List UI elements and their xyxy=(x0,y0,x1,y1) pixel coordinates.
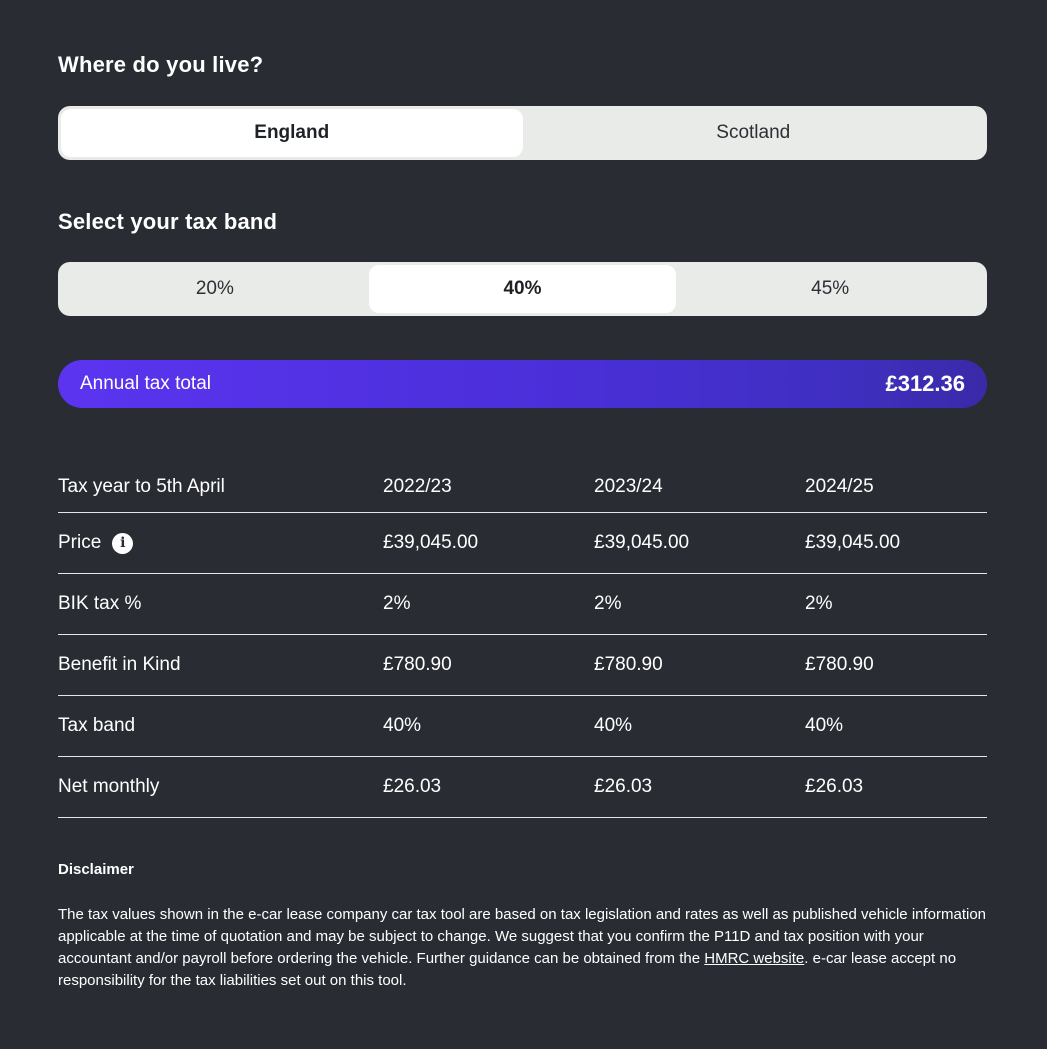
annual-tax-total-bar: Annual tax total £312.36 xyxy=(58,360,987,408)
table-cell: 2% xyxy=(805,593,833,614)
table-cell: 40% xyxy=(805,715,844,736)
tax-band-selector: 20% 40% 45% xyxy=(58,262,987,316)
column-header-2024-25: 2024/25 xyxy=(805,476,874,497)
option-45-percent[interactable]: 45% xyxy=(676,265,984,313)
table-row-net-monthly: Net monthly £26.03 £26.03 £26.03 xyxy=(58,757,987,818)
table-cell: 40% xyxy=(594,715,633,736)
option-scotland[interactable]: Scotland xyxy=(523,109,985,157)
table-cell: £780.90 xyxy=(805,654,874,675)
table-cell: £780.90 xyxy=(594,654,663,675)
option-40-percent[interactable]: 40% xyxy=(368,265,677,313)
location-selector: England Scotland xyxy=(58,106,987,160)
table-cell: £26.03 xyxy=(805,776,864,797)
annual-tax-total-label: Annual tax total xyxy=(80,373,211,394)
table-cell: £780.90 xyxy=(383,654,452,675)
info-icon[interactable]: i xyxy=(112,532,134,554)
annual-tax-total-value: £312.36 xyxy=(885,371,965,396)
table-header-row: Tax year to 5th April 2022/23 2023/24 20… xyxy=(58,462,987,513)
row-label-cell: Price i xyxy=(58,532,383,554)
table-cell: £39,045.00 xyxy=(594,532,690,553)
row-label-bik-tax: BIK tax % xyxy=(58,593,142,614)
tax-band-heading: Select your tax band xyxy=(58,209,278,234)
option-england[interactable]: England xyxy=(61,109,523,157)
table-cell: £39,045.00 xyxy=(805,532,901,553)
column-header-2022-23: 2022/23 xyxy=(383,476,452,497)
row-label-net-monthly: Net monthly xyxy=(58,776,160,797)
tax-table: Tax year to 5th April 2022/23 2023/24 20… xyxy=(58,462,987,818)
column-header-tax-year: Tax year to 5th April xyxy=(58,476,225,497)
table-row-tax-band: Tax band 40% 40% 40% xyxy=(58,696,987,757)
location-heading: Where do you live? xyxy=(58,52,264,77)
table-row-price: Price i £39,045.00 £39,045.00 £39,045.00 xyxy=(58,513,987,574)
table-row-benefit-in-kind: Benefit in Kind £780.90 £780.90 £780.90 xyxy=(58,635,987,696)
row-label-benefit-in-kind: Benefit in Kind xyxy=(58,654,181,675)
table-cell: £39,045.00 xyxy=(383,532,479,553)
disclaimer-text: The tax values shown in the e-car lease … xyxy=(58,904,993,992)
table-cell: £26.03 xyxy=(594,776,653,797)
table-row-bik-tax: BIK tax % 2% 2% 2% xyxy=(58,574,987,635)
option-20-percent[interactable]: 20% xyxy=(61,265,369,313)
row-label-tax-band: Tax band xyxy=(58,715,136,736)
table-cell: 2% xyxy=(594,593,622,614)
table-cell: 2% xyxy=(383,593,411,614)
column-header-2023-24: 2023/24 xyxy=(594,476,663,497)
disclaimer-title: Disclaimer xyxy=(58,861,134,878)
row-label-price: Price xyxy=(58,532,102,553)
hmrc-website-link[interactable]: HMRC website xyxy=(704,950,804,967)
table-cell: 40% xyxy=(383,715,422,736)
table-cell: £26.03 xyxy=(383,776,442,797)
